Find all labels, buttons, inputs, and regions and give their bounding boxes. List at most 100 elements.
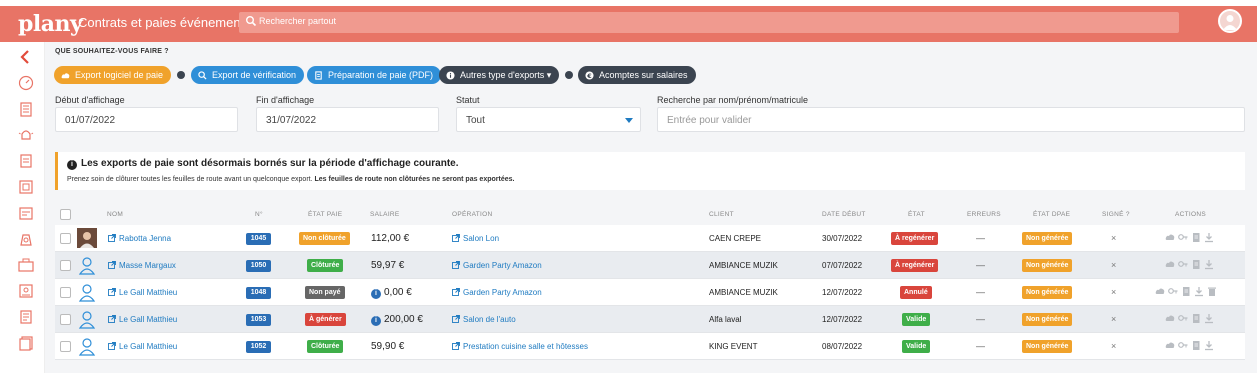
operation-link[interactable]: Salon Lon (452, 234, 499, 243)
building-icon[interactable] (17, 100, 35, 118)
cloud-upload-icon[interactable] (1165, 340, 1175, 351)
payroll-pdf-button[interactable]: Préparation de paie (PDF) (307, 66, 442, 84)
col-header-client[interactable]: CLIENT (709, 211, 734, 218)
contract-number-badge[interactable]: 1050 (246, 260, 271, 272)
key-icon[interactable] (1178, 232, 1188, 243)
status-select[interactable]: Tout (456, 107, 641, 132)
key-icon[interactable] (1178, 313, 1188, 324)
col-header-signe[interactable]: SIGNÉ ? (1102, 211, 1130, 218)
table-row[interactable]: Rabotta Jenna 1045 Non clôturée 112,00 € Sal… (55, 225, 1245, 252)
file-icon[interactable] (17, 334, 35, 352)
start-date-input[interactable]: 01/07/2022 (55, 107, 238, 132)
employee-name-link[interactable]: Le Gall Matthieu (108, 288, 177, 297)
briefcase-icon[interactable] (17, 256, 35, 274)
operation-link[interactable]: Garden Party Amazon (452, 261, 542, 270)
download-icon[interactable] (1204, 313, 1214, 324)
key-icon[interactable] (1178, 259, 1188, 270)
contract-number-badge[interactable]: 1045 (246, 233, 271, 245)
operation-link[interactable]: Garden Party Amazon (452, 288, 542, 297)
notice-body: Prenez soin de clôturer toutes les feuil… (67, 176, 514, 183)
document-icon[interactable] (1191, 232, 1201, 243)
contract-number-badge[interactable]: 1053 (246, 314, 271, 326)
contract-number-badge[interactable]: 1048 (246, 287, 271, 299)
person-icon (77, 309, 97, 329)
cloud-upload-icon[interactable] (1165, 232, 1175, 243)
start-date: 12/07/2022 (822, 315, 863, 324)
export-verification-button[interactable]: Export de vérification (191, 66, 305, 84)
cloud-upload-icon[interactable] (1165, 259, 1175, 270)
document-icon[interactable] (1191, 259, 1201, 270)
employee-name-link[interactable]: Le Gall Matthieu (108, 342, 177, 351)
search-icon (246, 16, 257, 27)
col-header-etat[interactable]: ÉTAT (908, 211, 925, 218)
table-row[interactable]: Le Gall Matthieu 1048 Non payé i 0,00 € Garde… (55, 279, 1245, 306)
document-icon[interactable] (1191, 340, 1201, 351)
operation-link[interactable]: Prestation cuisine salle et hôtesses (452, 342, 588, 351)
id-card-icon[interactable] (17, 282, 35, 300)
speedometer-icon[interactable] (17, 74, 35, 92)
salary-advances-button[interactable]: € Acomptes sur salaires (578, 66, 696, 84)
col-header-actions: ACTIONS (1175, 211, 1206, 218)
table-row[interactable]: Masse Margaux 1050 Clôturée 59,97 € Garden P… (55, 252, 1245, 279)
row-checkbox[interactable] (60, 233, 71, 244)
employee-name-link[interactable]: Rabotta Jenna (108, 234, 171, 243)
row-checkbox[interactable] (60, 287, 71, 298)
col-header-date-debut[interactable]: DATE DÉBUT (822, 211, 866, 218)
row-checkbox[interactable] (60, 314, 71, 325)
list-icon[interactable] (17, 178, 35, 196)
download-icon[interactable] (1204, 259, 1214, 270)
employee-name-link[interactable]: Le Gall Matthieu (108, 315, 177, 324)
back-arrow-icon[interactable] (17, 48, 35, 66)
contract-number-badge[interactable]: 1052 (246, 341, 271, 353)
external-link-icon (108, 315, 116, 323)
money-bag-icon[interactable] (17, 230, 35, 248)
operation-name: Salon de l'auto (463, 315, 516, 324)
operation-name: Garden Party Amazon (463, 288, 542, 297)
export-payroll-button[interactable]: Export logiciel de paie (54, 66, 172, 84)
salary-amount: 200,00 € (384, 314, 423, 325)
start-date: 07/07/2022 (822, 261, 863, 270)
col-header-salaire[interactable]: SALAIRE (370, 211, 400, 218)
dpae-status-badge: Non générée (1022, 340, 1073, 353)
document-icon[interactable] (17, 152, 35, 170)
col-header-etat-paie[interactable]: ÉTAT PAIE (308, 211, 342, 218)
app-logo[interactable]: plany (18, 11, 83, 37)
row-checkbox[interactable] (60, 341, 71, 352)
row-checkbox[interactable] (60, 260, 71, 271)
settings-doc-icon[interactable] (17, 204, 35, 222)
other-exports-dropdown[interactable]: Autres type d'exports ▾ (439, 66, 560, 84)
user-avatar[interactable] (1218, 9, 1242, 33)
info-icon[interactable]: i (371, 316, 381, 326)
employee-name-link[interactable]: Masse Margaux (108, 261, 176, 270)
alarm-icon[interactable] (17, 126, 35, 144)
operation-link[interactable]: Salon de l'auto (452, 315, 516, 324)
trash-icon[interactable] (1207, 286, 1217, 297)
document-icon[interactable] (1181, 286, 1191, 297)
employee-name: Le Gall Matthieu (119, 342, 178, 351)
col-header-erreurs[interactable]: ERREURS (967, 211, 1001, 218)
name-search-label: Recherche par nom/prénom/matricule (657, 95, 809, 105)
download-icon[interactable] (1194, 286, 1204, 297)
payroll-status-badge: Clôturée (307, 259, 344, 272)
col-header-operation[interactable]: OPÉRATION (452, 211, 493, 218)
cloud-upload-icon[interactable] (1155, 286, 1165, 297)
info-icon[interactable]: i (371, 289, 381, 299)
invoice-icon[interactable] (17, 308, 35, 326)
col-header-etat-dpae[interactable]: ÉTAT DPAE (1033, 211, 1070, 218)
select-all-checkbox[interactable] (60, 209, 71, 220)
key-icon[interactable] (1168, 286, 1178, 297)
global-search-input[interactable]: Rechercher partout (239, 12, 1179, 33)
dpae-status-badge: Non générée (1022, 259, 1073, 272)
euro-icon: € (585, 70, 594, 79)
name-search-input[interactable]: Entrée pour valider (657, 107, 1245, 132)
key-icon[interactable] (1178, 340, 1188, 351)
cloud-upload-icon[interactable] (1165, 313, 1175, 324)
download-icon[interactable] (1204, 232, 1214, 243)
document-icon[interactable] (1191, 313, 1201, 324)
download-icon[interactable] (1204, 340, 1214, 351)
table-row[interactable]: Le Gall Matthieu 1053 À générer i 200,00 € Sa… (55, 306, 1245, 333)
table-row[interactable]: Le Gall Matthieu 1052 Clôturée 59,90 € Prest… (55, 333, 1245, 360)
col-header-nom[interactable]: NOM (107, 211, 123, 218)
col-header-num[interactable]: N° (255, 211, 263, 218)
end-date-input[interactable]: 31/07/2022 (256, 107, 439, 132)
